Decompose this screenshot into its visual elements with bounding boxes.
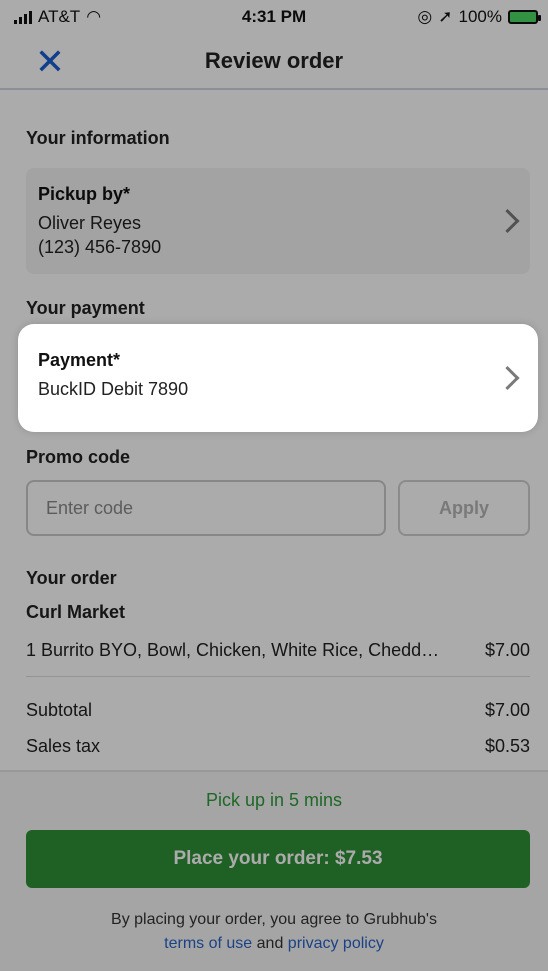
promo-input[interactable]: Enter code	[26, 480, 386, 536]
status-bar: AT&T ◠ 4:31 PM ◎ ➚ 100%	[0, 0, 548, 34]
page-title: Review order	[204, 48, 344, 73]
tax-row: Sales tax $0.53	[26, 736, 530, 757]
carrier-label: AT&T	[38, 7, 81, 26]
payment-method: BuckID Debit 7890	[38, 379, 189, 399]
status-right: ◎ ➚ 100%	[417, 7, 548, 27]
terms-link[interactable]: terms of use	[164, 935, 252, 952]
pickup-card[interactable]: Pickup by* Oliver Reyes (123) 456-7890	[26, 168, 530, 274]
your-payment-title: Your payment	[26, 298, 145, 318]
order-item-desc: 1 Burrito BYO, Bowl, Chicken, White Rice…	[26, 640, 440, 660]
location-icon: ➚	[438, 7, 453, 26]
pickup-name: Oliver Reyes	[38, 213, 142, 233]
place-order-button[interactable]: Place your order: $7.53	[26, 830, 530, 888]
battery-icon	[508, 10, 541, 24]
subtotal-label: Subtotal	[26, 700, 93, 720]
order-item-price: $7.00	[484, 640, 530, 660]
your-order-title: Your order	[26, 568, 117, 588]
pickup-time-note: Pick up in 5 mins	[205, 790, 343, 810]
clock: 4:31 PM	[241, 7, 307, 26]
pickup-phone: (123) 456-7890	[38, 237, 162, 257]
review-order-screen: AT&T ◠ 4:31 PM ◎ ➚ 100% ✕ Review order Y…	[0, 0, 548, 971]
wifi-icon: ◠	[86, 7, 102, 26]
apply-button[interactable]: Apply	[398, 480, 530, 536]
payment-card[interactable]: Payment* BuckID Debit 7890	[26, 336, 530, 420]
promo-title: Promo code	[26, 447, 131, 467]
promo-placeholder: Enter code	[46, 497, 134, 518]
privacy-link[interactable]: privacy policy	[288, 935, 384, 952]
order-item-row[interactable]: 1 Burrito BYO, Bowl, Chicken, White Rice…	[26, 640, 530, 661]
restaurant-name: Curl Market	[26, 602, 126, 622]
your-information-title: Your information	[26, 128, 170, 148]
legal-prefix: By placing your order, you agree to Grub…	[111, 911, 437, 928]
subtotal-value: $7.00	[484, 700, 530, 720]
legal-links: terms of use and privacy policy	[0, 932, 548, 956]
rotation-lock-icon: ◎	[417, 7, 433, 26]
close-icon: ✕	[34, 41, 66, 82]
and-text: and	[256, 935, 284, 952]
signal-icon	[14, 10, 32, 24]
tax-label: Sales tax	[26, 736, 101, 756]
header: ✕ Review order	[0, 34, 548, 90]
legal-text: By placing your order, you agree to Grub…	[0, 908, 548, 956]
battery-percent: 100%	[458, 7, 502, 26]
payment-title: Payment*	[38, 350, 121, 370]
divider	[26, 676, 530, 677]
subtotal-row: Subtotal $7.00	[26, 700, 530, 721]
tax-value: $0.53	[484, 736, 530, 756]
close-button[interactable]: ✕	[30, 42, 70, 82]
status-left: AT&T ◠	[0, 7, 101, 27]
payment-highlight: Payment* BuckID Debit 7890	[18, 324, 538, 432]
pickup-title: Pickup by*	[38, 184, 131, 204]
